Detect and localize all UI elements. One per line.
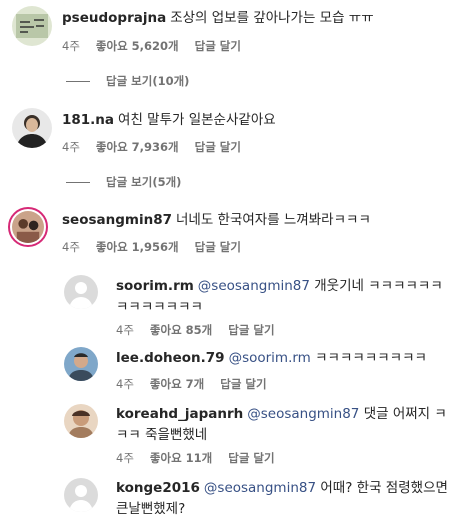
avatar[interactable] bbox=[64, 404, 98, 438]
comment-meta: 4주 좋아요 5,620개 답글 달기 bbox=[62, 38, 257, 54]
comment-body: 여친 말투가 일본순사같아요 bbox=[118, 112, 276, 128]
avatar[interactable] bbox=[12, 108, 52, 148]
reply-meta: 4주 좋아요 11개 답글 달기 bbox=[116, 450, 291, 466]
reply-username[interactable]: soorim.rm bbox=[116, 278, 194, 294]
reply-text: koreahd_japanrh @seosangmin87 댓글 어쩌지 ㅋㅋㅋ … bbox=[116, 404, 452, 446]
comment-username[interactable]: pseudoprajna bbox=[62, 10, 166, 26]
avatar[interactable] bbox=[12, 6, 52, 46]
comment-username[interactable]: 181.na bbox=[62, 112, 114, 128]
comment-text: seosangmin87 너네도 한국여자를 느껴봐라ㅋㅋㅋ bbox=[62, 210, 442, 231]
reply-username[interactable]: koreahd_japanrh bbox=[116, 406, 243, 422]
reply-username[interactable]: konge2016 bbox=[116, 480, 200, 496]
likes-count[interactable]: 좋아요 5,620개 bbox=[96, 39, 179, 53]
likes-count[interactable]: 좋아요 7,936개 bbox=[96, 140, 179, 154]
comment-meta: 4주 좋아요 1,956개 답글 달기 bbox=[62, 239, 257, 255]
reply-meta: 4주 좋아요 85개 답글 달기 bbox=[116, 322, 291, 338]
reply-time[interactable]: 4주 bbox=[116, 323, 134, 337]
reply-button[interactable]: 답글 달기 bbox=[195, 39, 241, 53]
view-replies-button[interactable]: 답글 보기(10개) bbox=[66, 73, 189, 89]
mention-link[interactable]: @seosangmin87 bbox=[204, 480, 316, 496]
reply-username[interactable]: lee.doheon.79 bbox=[116, 350, 225, 366]
mention-link[interactable]: @soorim.rm bbox=[229, 350, 311, 366]
divider bbox=[66, 181, 90, 183]
avatar[interactable] bbox=[64, 275, 98, 309]
reply-button[interactable]: 답글 달기 bbox=[228, 451, 274, 465]
likes-count[interactable]: 좋아요 11개 bbox=[150, 451, 212, 465]
comment-body: 너네도 한국여자를 느껴봐라ㅋㅋㅋ bbox=[175, 212, 371, 228]
reply-button[interactable]: 답글 달기 bbox=[228, 323, 274, 337]
view-replies-label: 답글 보기(10개) bbox=[106, 74, 190, 88]
reply-button[interactable]: 답글 달기 bbox=[220, 377, 266, 391]
comment-meta: 4주 좋아요 7,936개 답글 달기 bbox=[62, 139, 257, 155]
reply-button[interactable]: 답글 달기 bbox=[195, 240, 241, 254]
comment-text: 181.na 여친 말투가 일본순사같아요 bbox=[62, 110, 442, 131]
mention-link[interactable]: @seosangmin87 bbox=[247, 406, 359, 422]
likes-count[interactable]: 좋아요 7개 bbox=[150, 377, 204, 391]
avatar[interactable] bbox=[64, 347, 98, 381]
avatar[interactable] bbox=[8, 207, 48, 247]
comment-time[interactable]: 4주 bbox=[62, 140, 80, 154]
likes-count[interactable]: 좋아요 1,956개 bbox=[96, 240, 179, 254]
comment-time[interactable]: 4주 bbox=[62, 39, 80, 53]
likes-count[interactable]: 좋아요 85개 bbox=[150, 323, 212, 337]
comment-text: pseudoprajna 조상의 업보를 갚아나가는 모습 ㅠㅠ bbox=[62, 8, 442, 29]
reply-time[interactable]: 4주 bbox=[116, 451, 134, 465]
reply-button[interactable]: 답글 달기 bbox=[195, 140, 241, 154]
view-replies-label: 답글 보기(5개) bbox=[106, 175, 182, 189]
reply-time[interactable]: 4주 bbox=[116, 377, 134, 391]
comment-username[interactable]: seosangmin87 bbox=[62, 212, 172, 228]
avatar[interactable] bbox=[64, 478, 98, 512]
divider bbox=[66, 80, 90, 82]
reply-text: lee.doheon.79 @soorim.rm ㅋㅋㅋㅋㅋㅋㅋㅋㅋ bbox=[116, 348, 452, 369]
mention-link[interactable]: @seosangmin87 bbox=[198, 278, 310, 294]
comment-body: 조상의 업보를 갚아나가는 모습 ㅠㅠ bbox=[170, 10, 374, 26]
reply-body: ㅋㅋㅋㅋㅋㅋㅋㅋㅋ bbox=[315, 350, 427, 366]
reply-meta: 4주 좋아요 7개 답글 달기 bbox=[116, 376, 283, 392]
comment-time[interactable]: 4주 bbox=[62, 240, 80, 254]
view-replies-button[interactable]: 답글 보기(5개) bbox=[66, 174, 181, 190]
reply-text: konge2016 @seosangmin87 어때? 한국 점령했으면 큰날뻔했… bbox=[116, 478, 452, 520]
reply-text: soorim.rm @seosangmin87 개웃기네 ㅋㅋㅋㅋㅋㅋㅋㅋㅋㅋㅋㅋ… bbox=[116, 276, 452, 318]
